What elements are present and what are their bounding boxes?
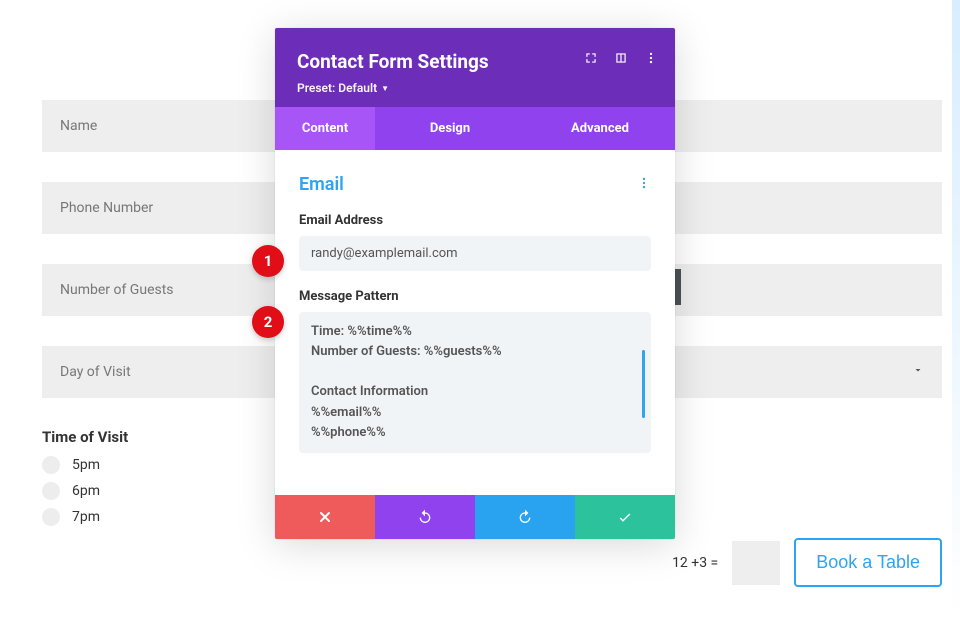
email-address-input[interactable] (299, 236, 651, 271)
contact-form-settings-modal: Contact Form Settings Preset: Default ▼ … (275, 28, 675, 539)
radio-label: 6pm (72, 483, 100, 499)
radio-label: 7pm (72, 509, 100, 525)
radio-icon (42, 482, 60, 500)
message-pattern-textarea[interactable]: Time: %%time%% Number of Guests: %%guest… (299, 312, 651, 453)
radio-icon (42, 456, 60, 474)
chevron-down-icon (912, 364, 924, 380)
modal-body: Email Email Address Message Pattern Time… (275, 150, 675, 495)
caret-down-icon: ▼ (381, 84, 389, 93)
section-title-email[interactable]: Email (299, 174, 344, 195)
tab-advanced[interactable]: Advanced (525, 107, 675, 150)
captcha-text: 12 +3 = (672, 555, 718, 571)
book-table-button[interactable]: Book a Table (794, 538, 942, 587)
bottom-row: 12 +3 = Book a Table (672, 538, 942, 587)
captcha-input[interactable] (732, 541, 780, 585)
preset-dropdown[interactable]: Preset: Default ▼ (297, 81, 653, 95)
expand-icon[interactable] (583, 50, 599, 66)
preset-label: Preset: Default (297, 81, 377, 95)
modal-header: Contact Form Settings Preset: Default ▼ (275, 28, 675, 107)
undo-button[interactable] (375, 495, 475, 539)
modal-header-actions (583, 50, 659, 66)
confirm-button[interactable] (575, 495, 675, 539)
email-address-field-block: Email Address (299, 213, 651, 271)
radio-icon (42, 508, 60, 526)
more-icon[interactable] (643, 50, 659, 66)
radio-label: 5pm (72, 457, 100, 473)
tab-content[interactable]: Content (275, 107, 375, 150)
scrollbar-thumb[interactable] (642, 350, 645, 418)
annotation-badge-1: 1 (252, 245, 284, 277)
tab-design[interactable]: Design (375, 107, 525, 150)
day-select-label: Day of Visit (60, 364, 131, 380)
cancel-button[interactable] (275, 495, 375, 539)
redo-button[interactable] (475, 495, 575, 539)
message-pattern-field-block: Message Pattern Time: %%time%% Number of… (299, 289, 651, 453)
message-pattern-label: Message Pattern (299, 289, 651, 304)
modal-tabs: Content Design Advanced (275, 107, 675, 150)
annotation-badge-2: 2 (252, 306, 284, 338)
modal-footer (275, 495, 675, 539)
section-more-icon[interactable] (637, 174, 651, 195)
section-header: Email (299, 174, 651, 195)
page-right-accent (952, 0, 960, 623)
module-edge-accent (675, 269, 681, 305)
email-address-label: Email Address (299, 213, 651, 228)
columns-icon[interactable] (613, 50, 629, 66)
